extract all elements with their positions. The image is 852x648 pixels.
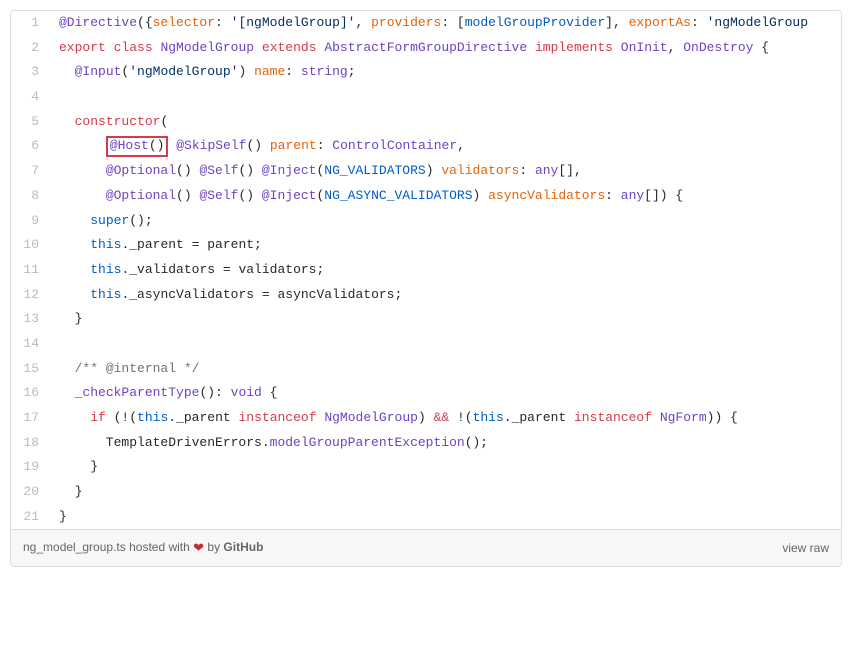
line-number[interactable]: 13 xyxy=(11,307,51,332)
code-line: 8 @Optional() @Self() @Inject(NG_ASYNC_V… xyxy=(11,184,841,209)
line-source: TemplateDrivenErrors.modelGroupParentExc… xyxy=(51,431,841,456)
line-number[interactable]: 10 xyxy=(11,233,51,258)
code-line: 20 } xyxy=(11,480,841,505)
code-line: 3 @Input('ngModelGroup') name: string; xyxy=(11,60,841,85)
line-number[interactable]: 15 xyxy=(11,357,51,382)
code-line: 14 xyxy=(11,332,841,357)
line-number[interactable]: 11 xyxy=(11,258,51,283)
line-number[interactable]: 21 xyxy=(11,505,51,530)
line-number[interactable]: 4 xyxy=(11,85,51,110)
code-line: 17 if (!(this._parent instanceof NgModel… xyxy=(11,406,841,431)
line-number[interactable]: 19 xyxy=(11,455,51,480)
code-line: 5 constructor( xyxy=(11,110,841,135)
code-line: 1@Directive({selector: '[ngModelGroup]',… xyxy=(11,11,841,36)
view-raw-link[interactable]: view raw xyxy=(782,541,829,555)
line-number[interactable]: 14 xyxy=(11,332,51,357)
code-line: 6 @Host() @SkipSelf() parent: ControlCon… xyxy=(11,134,841,159)
line-source: this._asyncValidators = asyncValidators; xyxy=(51,283,841,308)
heart-icon: ❤ xyxy=(193,540,204,555)
line-source: this._parent = parent; xyxy=(51,233,841,258)
code-line: 16 _checkParentType(): void { xyxy=(11,381,841,406)
line-number[interactable]: 16 xyxy=(11,381,51,406)
code-scroll-area[interactable]: 1@Directive({selector: '[ngModelGroup]',… xyxy=(11,11,841,529)
meta-left: ng_model_group.ts hosted with ❤ by GitHu… xyxy=(23,540,263,556)
code-tbody: 1@Directive({selector: '[ngModelGroup]',… xyxy=(11,11,841,529)
line-source: } xyxy=(51,455,841,480)
line-number[interactable]: 6 xyxy=(11,134,51,159)
line-source: @Directive({selector: '[ngModelGroup]', … xyxy=(51,11,841,36)
hosted-text-before: hosted with xyxy=(129,540,193,554)
line-number[interactable]: 7 xyxy=(11,159,51,184)
line-source: @Optional() @Self() @Inject(NG_VALIDATOR… xyxy=(51,159,841,184)
code-line: 2export class NgModelGroup extends Abstr… xyxy=(11,36,841,61)
code-line: 7 @Optional() @Self() @Inject(NG_VALIDAT… xyxy=(11,159,841,184)
code-line: 13 } xyxy=(11,307,841,332)
line-source: } xyxy=(51,307,841,332)
line-source: if (!(this._parent instanceof NgModelGro… xyxy=(51,406,841,431)
line-source: export class NgModelGroup extends Abstra… xyxy=(51,36,841,61)
gist-meta-bar: ng_model_group.ts hosted with ❤ by GitHu… xyxy=(11,529,841,566)
hosted-text-after: by xyxy=(207,540,223,554)
line-source xyxy=(51,85,841,110)
code-line: 15 /** @internal */ xyxy=(11,357,841,382)
line-source xyxy=(51,332,841,357)
line-number[interactable]: 9 xyxy=(11,209,51,234)
line-number[interactable]: 8 xyxy=(11,184,51,209)
line-number[interactable]: 12 xyxy=(11,283,51,308)
line-source: super(); xyxy=(51,209,841,234)
code-line: 4 xyxy=(11,85,841,110)
github-link[interactable]: GitHub xyxy=(223,540,263,554)
line-source: /** @internal */ xyxy=(51,357,841,382)
line-source: constructor( xyxy=(51,110,841,135)
code-line: 18 TemplateDrivenErrors.modelGroupParent… xyxy=(11,431,841,456)
line-number[interactable]: 20 xyxy=(11,480,51,505)
line-source: @Input('ngModelGroup') name: string; xyxy=(51,60,841,85)
line-source: this._validators = validators; xyxy=(51,258,841,283)
code-line: 12 this._asyncValidators = asyncValidato… xyxy=(11,283,841,308)
line-source: } xyxy=(51,505,841,530)
line-number[interactable]: 5 xyxy=(11,110,51,135)
line-number[interactable]: 1 xyxy=(11,11,51,36)
code-line: 19 } xyxy=(11,455,841,480)
line-number[interactable]: 18 xyxy=(11,431,51,456)
gist-container: 1@Directive({selector: '[ngModelGroup]',… xyxy=(10,10,842,567)
code-line: 9 super(); xyxy=(11,209,841,234)
line-number[interactable]: 3 xyxy=(11,60,51,85)
code-line: 21} xyxy=(11,505,841,530)
line-source: @Optional() @Self() @Inject(NG_ASYNC_VAL… xyxy=(51,184,841,209)
line-number[interactable]: 17 xyxy=(11,406,51,431)
code-line: 10 this._parent = parent; xyxy=(11,233,841,258)
line-source: } xyxy=(51,480,841,505)
line-source: _checkParentType(): void { xyxy=(51,381,841,406)
filename-link[interactable]: ng_model_group.ts xyxy=(23,540,126,554)
line-source: @Host() @SkipSelf() parent: ControlConta… xyxy=(51,134,841,159)
code-line: 11 this._validators = validators; xyxy=(11,258,841,283)
code-table: 1@Directive({selector: '[ngModelGroup]',… xyxy=(11,11,841,529)
line-number[interactable]: 2 xyxy=(11,36,51,61)
